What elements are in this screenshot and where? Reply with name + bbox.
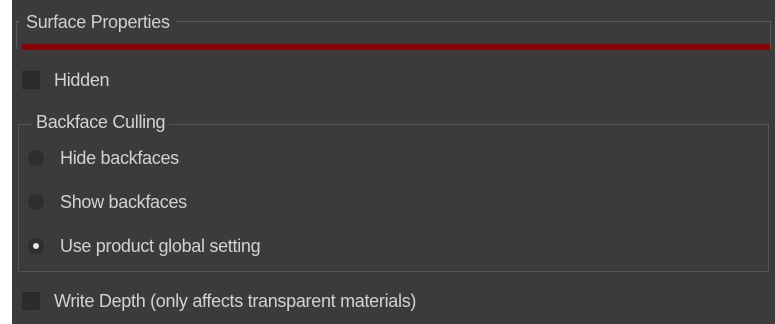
hidden-checkbox[interactable]	[22, 71, 40, 89]
hidden-checkbox-row[interactable]: Hidden	[22, 67, 110, 93]
write-depth-checkbox-label: Write Depth (only affects transparent ma…	[54, 291, 417, 311]
radio-show-backfaces[interactable]: Show backfaces	[28, 189, 187, 215]
write-depth-checkbox[interactable]	[22, 292, 40, 310]
radio-button[interactable]	[28, 194, 44, 210]
section-title: Surface Properties	[20, 9, 176, 35]
section-header: Surface Properties	[12, 0, 775, 54]
radio-label: Hide backfaces	[60, 148, 179, 168]
radio-use-product-global-setting[interactable]: Use product global setting	[28, 233, 261, 259]
surface-properties-panel: Surface Properties Hidden Backface Culli…	[12, 0, 775, 324]
radio-label: Show backfaces	[60, 192, 187, 212]
radio-hide-backfaces[interactable]: Hide backfaces	[28, 145, 179, 171]
radio-button-selected[interactable]	[28, 238, 44, 254]
backface-culling-title: Backface Culling	[32, 109, 170, 135]
radio-button[interactable]	[28, 150, 44, 166]
hidden-checkbox-label: Hidden	[54, 70, 110, 90]
accent-divider	[22, 44, 770, 50]
radio-label: Use product global setting	[60, 236, 261, 256]
write-depth-checkbox-row[interactable]: Write Depth (only affects transparent ma…	[22, 288, 416, 314]
